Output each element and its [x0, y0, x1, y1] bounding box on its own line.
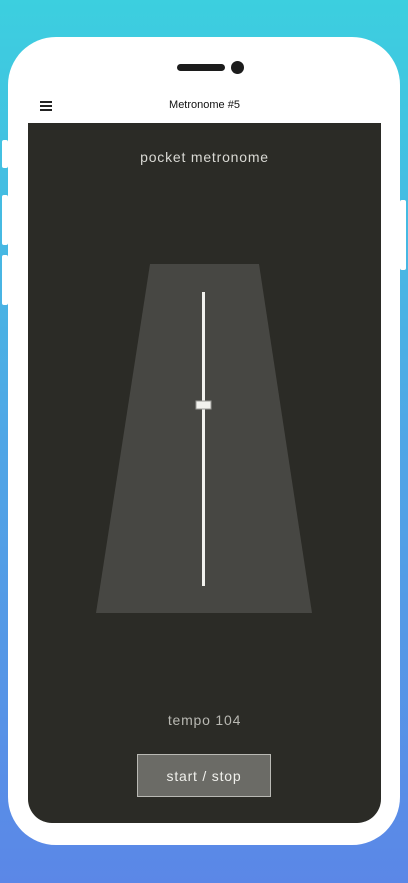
- phone-side-button: [2, 255, 8, 305]
- app-title: Metronome #5: [169, 99, 240, 111]
- phone-side-button: [2, 195, 8, 245]
- metronome-graphic: [96, 264, 312, 613]
- tempo-readout: tempo 104: [167, 712, 242, 728]
- app-bar: Metronome #5: [28, 90, 381, 123]
- start-stop-button[interactable]: start / stop: [137, 754, 271, 797]
- metronome-screen: pocket metronome tempo 104 start / stop: [28, 123, 381, 823]
- pendulum-weight[interactable]: [195, 400, 212, 410]
- phone-speaker: [177, 64, 225, 71]
- pendulum-rod: [202, 292, 205, 586]
- phone-side-button: [2, 140, 8, 168]
- phone-camera: [231, 61, 244, 74]
- phone-side-button: [400, 200, 406, 270]
